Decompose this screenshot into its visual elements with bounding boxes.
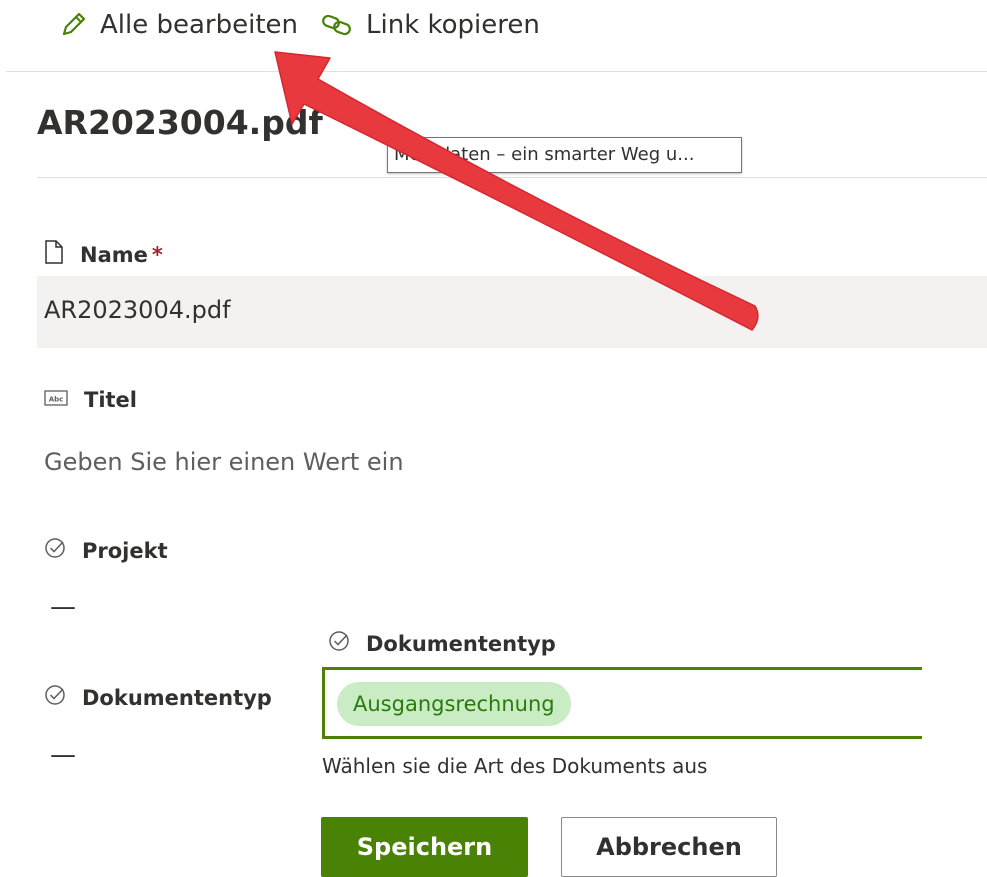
copy-link-button[interactable]: Link kopieren [320,10,540,40]
document-icon [44,240,64,269]
ausgangsrechnung-chip[interactable]: Ausgangsrechnung [337,682,571,726]
projekt-label-text: Projekt [82,538,168,563]
check-circle-icon [328,630,350,657]
edit-all-label: Alle bearbeiten [100,10,299,40]
help-text: Wählen sie die Art des Dokuments aus [322,754,708,778]
projekt-field-label: Projekt [44,537,168,564]
svg-text:Abc: Abc [49,396,64,404]
titel-label-text: Titel [84,388,138,412]
name-value: AR2023004.pdf [44,296,231,324]
titel-input[interactable]: Geben Sie hier einen Wert ein [44,448,404,476]
name-label-text: Name [80,242,148,267]
save-button[interactable]: Speichern [321,817,528,877]
check-circle-icon [44,537,66,564]
cancel-button[interactable]: Abbrechen [561,817,777,877]
name-field-label: Name * [44,240,163,269]
pencil-icon [58,10,88,40]
link-icon [320,12,354,38]
editor-label-text: Dokumententyp [366,631,556,656]
dokumententyp-value[interactable]: — [50,740,76,770]
edit-all-button[interactable]: Alle bearbeiten [58,10,298,40]
toolbar-divider [6,71,987,72]
check-circle-icon [44,684,66,711]
titel-field-label: Abc Titel [44,388,137,412]
copy-link-label: Link kopieren [366,10,540,40]
dokumententyp-picker[interactable]: Ausgangsrechnung [322,667,922,739]
header-divider [37,177,987,178]
dokumententyp-field-label: Dokumententyp [44,684,272,711]
required-marker: * [151,242,163,267]
file-title: AR2023004.pdf [37,103,323,142]
editor-field-label: Dokumententyp [328,630,556,657]
projekt-value[interactable]: — [50,592,76,622]
dokumententyp-label-text: Dokumententyp [82,685,272,710]
tooltip: Metadaten – ein smarter Weg u... [387,137,742,173]
text-field-icon: Abc [44,388,68,412]
